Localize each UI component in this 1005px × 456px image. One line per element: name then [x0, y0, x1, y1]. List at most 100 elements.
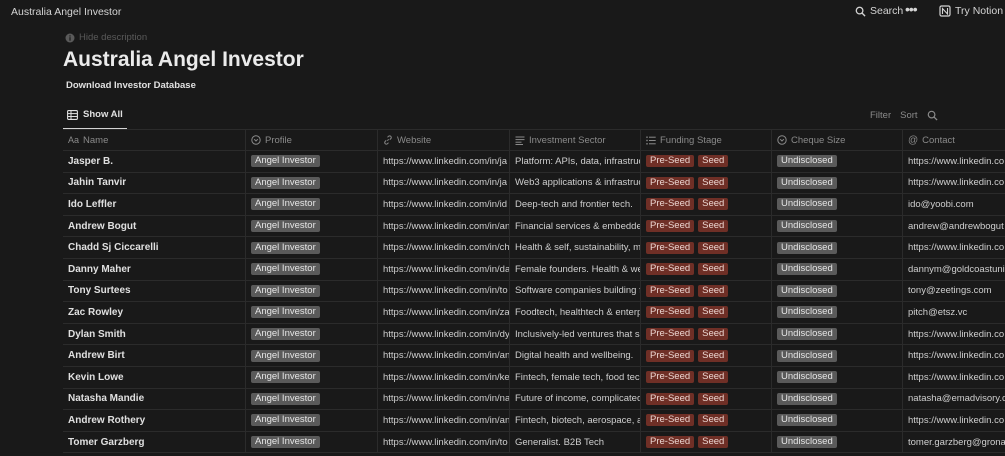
investor-name-cell[interactable]: Tony Surtees	[63, 280, 246, 302]
table-row[interactable]: Natasha Mandie Angel Investor https://www.…	[63, 388, 1005, 411]
website-cell[interactable]: https://www.linkedin.com/in/an	[378, 410, 510, 431]
sector-cell[interactable]: Digital health and wellbeing.	[510, 345, 641, 366]
funding-stage-cell[interactable]: Pre-Seed Seed	[641, 194, 772, 215]
website-link[interactable]: https://www.linkedin.com/in/ch	[383, 242, 509, 253]
investor-name-cell[interactable]: Andrew Rothery	[63, 410, 246, 431]
website-link[interactable]: https://www.linkedin.com/in/an	[383, 415, 509, 426]
sector-cell[interactable]: Deep-tech and frontier tech.	[510, 194, 641, 215]
profile-cell[interactable]: Angel Investor	[246, 388, 378, 410]
contact-text[interactable]: https://www.linkedin.co	[908, 350, 1004, 361]
investor-name-cell[interactable]: Dylan Smith	[63, 323, 246, 345]
contact-text[interactable]: ido@yoobi.com	[908, 199, 974, 210]
website-cell[interactable]: https://www.linkedin.com/in/za	[378, 302, 510, 323]
app-title[interactable]: Australia Angel Investor	[11, 6, 121, 18]
contact-text[interactable]: https://www.linkedin.co	[908, 156, 1004, 167]
cheque-size-cell[interactable]: Undisclosed	[772, 237, 903, 258]
cheque-size-cell[interactable]: Undisclosed	[772, 388, 903, 410]
sector-cell[interactable]: Fintech, female tech, food tech,	[510, 366, 641, 388]
profile-cell[interactable]: Angel Investor	[246, 323, 378, 345]
cheque-size-cell[interactable]: Undisclosed	[772, 215, 903, 237]
website-link[interactable]: https://www.linkedin.com/in/id	[383, 199, 507, 210]
website-cell[interactable]: https://www.linkedin.com/in/id	[378, 194, 510, 215]
column-header-cheque-size[interactable]: Cheque Size	[772, 130, 903, 150]
contact-cell[interactable]: tomer.garzberg@grona	[903, 432, 1005, 453]
website-cell[interactable]: https://www.linkedin.com/in/an	[378, 345, 510, 366]
sector-cell[interactable]: Financial services & embedded	[510, 215, 641, 237]
funding-stage-cell[interactable]: Pre-Seed Seed	[641, 280, 772, 302]
investor-name-cell[interactable]: Andrew Bogut	[63, 215, 246, 237]
column-header-contact[interactable]: @ Contact	[903, 130, 1005, 150]
contact-cell[interactable]: https://www.linkedin.co	[903, 237, 1005, 258]
contact-cell[interactable]: https://www.linkedin.co	[903, 345, 1005, 366]
profile-cell[interactable]: Angel Investor	[246, 258, 378, 280]
website-cell[interactable]: https://www.linkedin.com/in/dy	[378, 323, 510, 345]
investor-name-cell[interactable]: Chadd Sj Ciccarelli	[63, 237, 246, 258]
contact-text[interactable]: andrew@andrewbogut	[908, 221, 1004, 232]
table-row[interactable]: Andrew Bogut Angel Investor https://www.li…	[63, 215, 1005, 238]
contact-cell[interactable]: pitch@etsz.vc	[903, 302, 1005, 323]
cheque-size-cell[interactable]: Undisclosed	[772, 302, 903, 323]
contact-cell[interactable]: https://www.linkedin.co	[903, 324, 1005, 345]
sector-cell[interactable]: Web3 applications & infrastruc	[510, 172, 641, 194]
sector-cell[interactable]: Software companies building fo	[510, 280, 641, 302]
website-cell[interactable]: https://www.linkedin.com/in/ch	[378, 237, 510, 258]
profile-cell[interactable]: Angel Investor	[246, 151, 378, 172]
cheque-size-cell[interactable]: Undisclosed	[772, 431, 903, 453]
contact-cell[interactable]: natasha@emadvisory.c	[903, 389, 1005, 410]
website-cell[interactable]: https://www.linkedin.com/in/ja	[378, 172, 510, 194]
funding-stage-cell[interactable]: Pre-Seed Seed	[641, 323, 772, 345]
search-button[interactable]: Search	[855, 5, 903, 17]
table-row[interactable]: Chadd Sj Ciccarelli Angel Investor https:/…	[63, 237, 1005, 259]
website-cell[interactable]: https://www.linkedin.com/in/ja	[378, 151, 510, 172]
sector-cell[interactable]: Platform: APIs, data, infrastructu	[510, 151, 641, 172]
table-row[interactable]: Danny Maher Angel Investor https://www.lin…	[63, 258, 1005, 281]
table-row[interactable]: Tony Surtees Angel Investor https://www.li…	[63, 280, 1005, 303]
try-notion-button[interactable]: Try Notion	[939, 5, 1003, 17]
contact-text[interactable]: https://www.linkedin.co	[908, 329, 1004, 340]
sort-button[interactable]: Sort	[900, 110, 917, 121]
column-header-funding-stage[interactable]: Funding Stage	[641, 130, 772, 150]
website-cell[interactable]: https://www.linkedin.com/in/to	[378, 431, 510, 453]
contact-text[interactable]: tomer.garzberg@grona	[908, 437, 1005, 448]
contact-text[interactable]: dannym@goldcoastuni	[908, 264, 1005, 275]
investor-name-cell[interactable]: Jahin Tanvir	[63, 172, 246, 194]
table-row[interactable]: Kevin Lowe Angel Investor https://www.link…	[63, 366, 1005, 389]
website-link[interactable]: https://www.linkedin.com/in/to	[383, 285, 508, 296]
sector-cell[interactable]: Future of income, complicated	[510, 388, 641, 410]
website-cell[interactable]: https://www.linkedin.com/in/ke	[378, 366, 510, 388]
profile-cell[interactable]: Angel Investor	[246, 410, 378, 431]
sector-cell[interactable]: Inclusively-led ventures that se	[510, 323, 641, 345]
contact-text[interactable]: https://www.linkedin.co	[908, 415, 1004, 426]
funding-stage-cell[interactable]: Pre-Seed Seed	[641, 302, 772, 323]
contact-cell[interactable]: andrew@andrewbogut	[903, 216, 1005, 237]
cheque-size-cell[interactable]: Undisclosed	[772, 194, 903, 215]
website-cell[interactable]: https://www.linkedin.com/in/da	[378, 258, 510, 280]
profile-cell[interactable]: Angel Investor	[246, 237, 378, 258]
investor-name-cell[interactable]: Danny Maher	[63, 258, 246, 280]
website-link[interactable]: https://www.linkedin.com/in/ja	[383, 156, 507, 167]
table-row[interactable]: Andrew Rothery Angel Investor https://www.…	[63, 410, 1005, 432]
funding-stage-cell[interactable]: Pre-Seed Seed	[641, 345, 772, 366]
website-link[interactable]: https://www.linkedin.com/in/dy	[383, 329, 509, 340]
investor-name-cell[interactable]: Ido Leffler	[63, 194, 246, 215]
investor-name-cell[interactable]: Natasha Mandie	[63, 388, 246, 410]
funding-stage-cell[interactable]: Pre-Seed Seed	[641, 388, 772, 410]
contact-text[interactable]: natasha@emadvisory.c	[908, 393, 1005, 404]
cheque-size-cell[interactable]: Undisclosed	[772, 410, 903, 431]
column-header-website[interactable]: Website	[378, 130, 510, 150]
investor-name-cell[interactable]: Kevin Lowe	[63, 366, 246, 388]
website-link[interactable]: https://www.linkedin.com/in/an	[383, 221, 509, 232]
sector-cell[interactable]: Health & self, sustainability, ma	[510, 237, 641, 258]
hide-description-button[interactable]: Hide description	[65, 32, 147, 43]
sector-cell[interactable]: Foodtech, healthtech & enterpr	[510, 302, 641, 323]
cheque-size-cell[interactable]: Undisclosed	[772, 151, 903, 172]
contact-cell[interactable]: ido@yoobi.com	[903, 194, 1005, 215]
contact-text[interactable]: https://www.linkedin.co	[908, 242, 1004, 253]
website-cell[interactable]: https://www.linkedin.com/in/an	[378, 215, 510, 237]
website-link[interactable]: https://www.linkedin.com/in/na	[383, 393, 509, 404]
cheque-size-cell[interactable]: Undisclosed	[772, 366, 903, 388]
website-link[interactable]: https://www.linkedin.com/in/ja	[383, 177, 507, 188]
contact-text[interactable]: https://www.linkedin.co	[908, 372, 1004, 383]
column-header-profile[interactable]: Profile	[246, 130, 378, 150]
table-row[interactable]: Tomer Garzberg Angel Investor https://www.…	[63, 431, 1005, 454]
